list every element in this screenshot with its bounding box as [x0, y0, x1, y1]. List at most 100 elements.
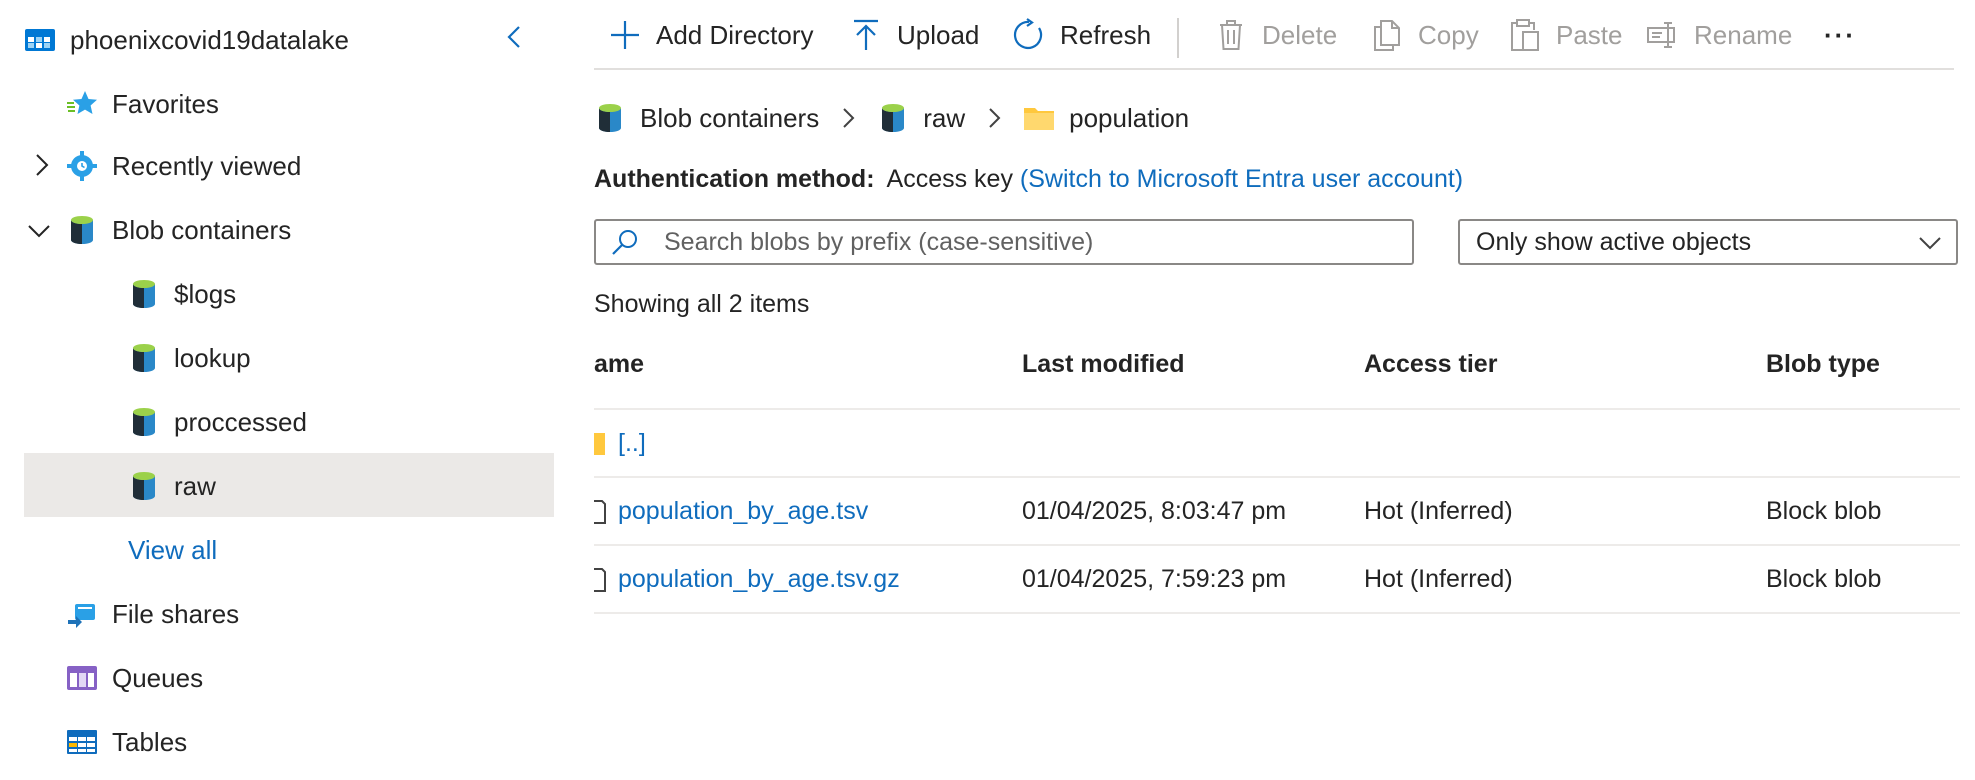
container-label: $logs [174, 278, 237, 309]
sidebar-item-label: Favorites [112, 88, 219, 119]
parent-directory-link[interactable]: [..] [618, 429, 646, 458]
sidebar-item-label: Queues [112, 662, 204, 693]
column-header-last-modified[interactable]: Last modified [1022, 350, 1185, 379]
refresh-button[interactable]: Refresh [1012, 12, 1151, 58]
blob-name-link[interactable]: population_by_age.tsv [618, 497, 868, 526]
sidebar-item-tables[interactable]: Tables [66, 710, 187, 774]
add-directory-button[interactable]: Add Directory [608, 12, 814, 58]
paste-label: Paste [1556, 19, 1623, 50]
sidebar-item-recently-viewed[interactable]: Recently viewed [66, 134, 301, 198]
sidebar-item-label: Tables [112, 726, 188, 757]
sidebar-item-queues[interactable]: Queues [66, 646, 203, 710]
refresh-icon [1013, 18, 1043, 50]
blob-type-cell: Block blob [1766, 565, 1882, 593]
file-share-icon [66, 598, 98, 630]
blob-container-icon [128, 470, 160, 502]
container-item-lookup[interactable]: lookup [128, 326, 251, 390]
main-pane: Add Directory Upload Refresh Delete Copy… [594, 0, 1975, 780]
chevron-right-icon [843, 108, 855, 128]
upload-label: Upload [897, 19, 980, 50]
active-objects-dropdown[interactable]: Only show active objects [1458, 219, 1958, 265]
breadcrumb-label: population [1069, 102, 1190, 133]
sidebar-item-favorites[interactable]: Favorites [66, 72, 219, 136]
storage-account-name: phoenixcovid19datalake [70, 24, 349, 55]
search-box[interactable] [594, 219, 1414, 265]
breadcrumb: Blob containers raw population [594, 95, 1189, 141]
switch-auth-link[interactable]: (Switch to Microsoft Entra user account) [1020, 165, 1463, 193]
auth-method-label: Authentication method: [594, 165, 875, 193]
blob-container-icon [128, 406, 160, 438]
last-modified-cell: 01/04/2025, 8:03:47 pm [1022, 497, 1287, 525]
folder-icon [1023, 102, 1055, 134]
copy-label: Copy [1418, 19, 1479, 50]
selected-row-highlight [24, 453, 554, 517]
column-header-blob-type[interactable]: Blob type [1766, 350, 1880, 379]
container-item-raw[interactable]: raw [128, 454, 216, 518]
blob-name-link[interactable]: population_by_age.tsv.gz [618, 565, 900, 594]
collapse-chevron-icon[interactable] [26, 218, 52, 244]
parent-directory-cell: [..] [594, 429, 646, 458]
search-input[interactable] [662, 226, 1386, 258]
container-item-proccessed[interactable]: proccessed [128, 390, 307, 454]
upload-button[interactable]: Upload [849, 12, 979, 58]
collapse-sidebar-icon[interactable] [502, 24, 528, 50]
blob-container-icon [128, 278, 160, 310]
rename-label: Rename [1694, 19, 1793, 50]
table-row[interactable]: population_by_age.tsv.gz 01/04/2025, 7:5… [594, 546, 1960, 614]
rename-button[interactable]: Rename [1646, 12, 1792, 58]
name-cell: population_by_age.tsv.gz [594, 565, 900, 594]
storage-account-header[interactable]: phoenixcovid19datalake [24, 8, 349, 72]
more-options-button[interactable]: ··· [1824, 12, 1856, 58]
chevron-down-icon [1919, 237, 1941, 250]
toolbar: Add Directory Upload Refresh Delete Copy… [594, 0, 1954, 70]
name-cell: population_by_age.tsv [594, 497, 868, 526]
copy-icon [1374, 20, 1400, 51]
plus-icon [611, 21, 639, 49]
breadcrumb-label: Blob containers [640, 102, 820, 133]
blob-container-icon [66, 214, 98, 246]
column-header-access-tier[interactable]: Access tier [1364, 350, 1497, 379]
access-tier-cell: Hot (Inferred) [1364, 497, 1513, 525]
delete-button[interactable]: Delete [1214, 12, 1337, 58]
queue-icon [66, 662, 98, 694]
table-row[interactable]: population_by_age.tsv 01/04/2025, 8:03:4… [594, 478, 1960, 546]
container-label: lookup [174, 342, 251, 373]
file-icon [594, 567, 606, 592]
favorites-star-icon [66, 88, 98, 120]
view-all-link[interactable]: View all [128, 518, 217, 582]
sidebar-item-file-shares[interactable]: File shares [66, 582, 239, 646]
view-all-label[interactable]: View all [128, 535, 217, 566]
table-icon [66, 726, 98, 758]
access-tier-cell: Hot (Inferred) [1364, 565, 1513, 593]
add-directory-label: Add Directory [656, 19, 814, 50]
blob-container-icon [877, 102, 909, 134]
sidebar-item-blob-containers[interactable]: Blob containers [66, 198, 291, 262]
storage-account-icon [24, 24, 56, 56]
search-icon [612, 230, 637, 255]
breadcrumb-item-raw[interactable]: raw [877, 102, 965, 134]
last-modified-cell: 01/04/2025, 7:59:23 pm [1022, 565, 1287, 593]
recently-viewed-gear-icon [66, 150, 98, 182]
expand-chevron-icon[interactable] [28, 152, 54, 178]
dropdown-selected-value: Only show active objects [1476, 227, 1752, 256]
container-label: proccessed [174, 406, 307, 437]
container-label: raw [174, 470, 216, 501]
container-item-logs[interactable]: $logs [128, 262, 236, 326]
copy-button[interactable]: Copy [1370, 12, 1479, 58]
file-icon [594, 499, 606, 524]
auth-method: Authentication method: Access key (Switch… [594, 165, 1463, 194]
upload-arrow-icon [854, 19, 878, 50]
breadcrumb-item-population[interactable]: population [1023, 102, 1189, 134]
breadcrumb-item-blob-containers[interactable]: Blob containers [594, 102, 819, 134]
blob-container-icon [594, 102, 626, 134]
column-header-name[interactable]: ame [594, 350, 644, 379]
paste-button[interactable]: Paste [1508, 12, 1623, 58]
blob-container-icon [128, 342, 160, 374]
rename-icon [1647, 22, 1675, 48]
trash-icon [1220, 20, 1242, 50]
table-row-parent[interactable]: [..] [594, 410, 1960, 478]
paste-clipboard-icon [1511, 19, 1539, 51]
blob-table: ame Last modified Access tier Blob type … [594, 342, 1960, 614]
sidebar: phoenixcovid19datalake Favorites Recentl… [0, 0, 560, 780]
table-header: ame Last modified Access tier Blob type [594, 342, 1960, 410]
